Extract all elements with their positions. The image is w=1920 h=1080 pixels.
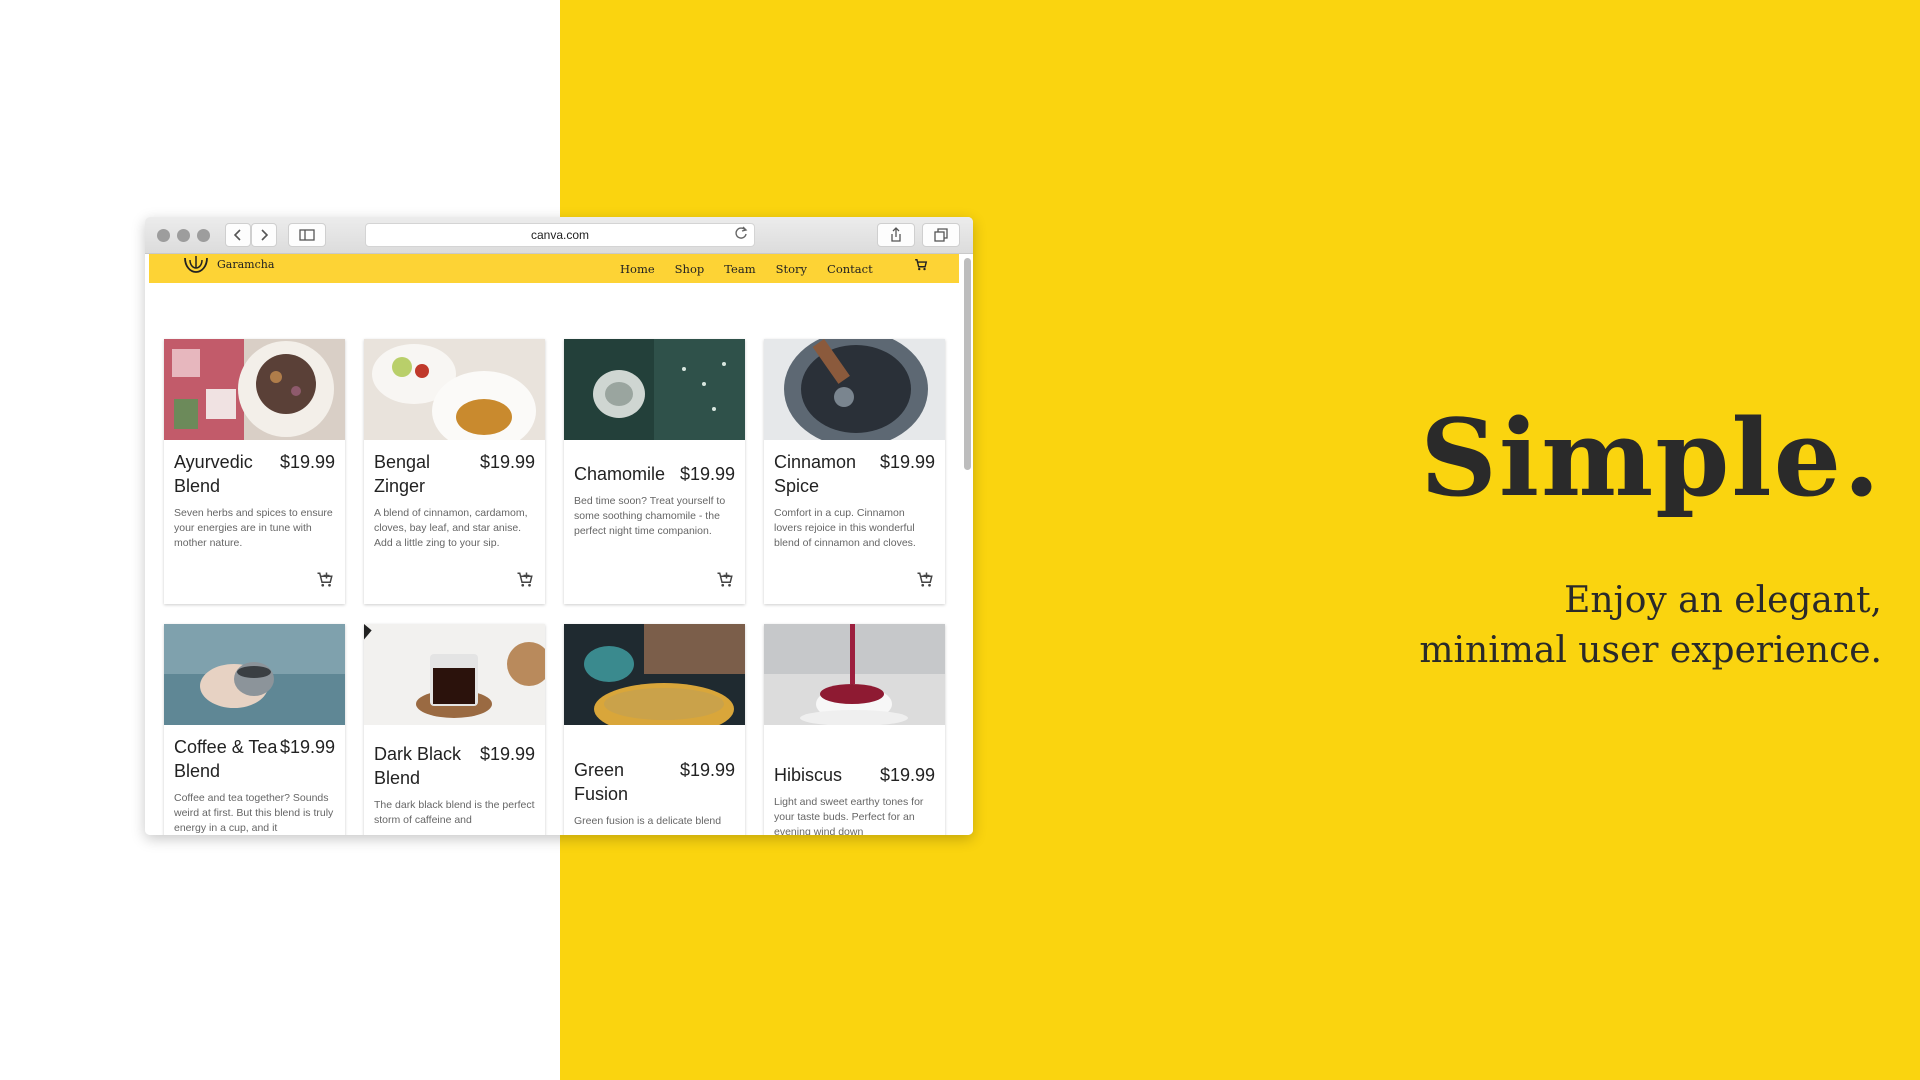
back-icon (233, 229, 241, 241)
product-card-dark-black[interactable]: Dark Black Blend $19.99 The dark black b… (364, 624, 545, 835)
product-price: $19.99 (879, 452, 935, 472)
cart-icon[interactable] (914, 258, 928, 275)
nav-links: Home Shop Team Story Contact (620, 254, 893, 283)
product-description: Comfort in a cup. Cinnamon lovers rejoic… (774, 507, 916, 549)
brand-name: Garamcha (217, 257, 275, 271)
back-button[interactable] (225, 223, 251, 247)
product-description: Green fusion is a delicate blend (574, 815, 722, 827)
product-image (164, 339, 345, 440)
product-card-green-fusion[interactable]: Green Fusion $19.99 Green fusion is a de… (564, 624, 745, 835)
sidebar-icon (299, 229, 315, 241)
add-to-cart-icon[interactable] (916, 571, 934, 594)
sidebar-button[interactable] (288, 223, 326, 247)
product-name: Green Fusion (574, 760, 629, 804)
url-text: canva.com (530, 228, 590, 242)
share-icon (891, 227, 901, 242)
product-price: $19.99 (679, 464, 735, 484)
product-image (764, 624, 945, 725)
product-name: Dark Black Blend (374, 744, 462, 788)
product-price: $19.99 (479, 452, 535, 472)
nav-home[interactable]: Home (620, 262, 655, 276)
product-name: Chamomile (574, 464, 666, 484)
browser-window: canva.com Garamcha Home Shop Team Story … (145, 217, 973, 835)
product-card-ayurvedic[interactable]: Ayurvedic Blend $19.99 Seven herbs and s… (164, 339, 345, 604)
product-card-chamomile[interactable]: Chamomile $19.99 Bed time soon? Treat yo… (564, 339, 745, 604)
product-description: Light and sweet earthy tones for your ta… (774, 796, 924, 835)
add-to-cart-icon[interactable] (716, 571, 734, 594)
scrollbar[interactable] (964, 258, 971, 470)
product-card-hibiscus[interactable]: Hibiscus $19.99 Light and sweet earthy t… (764, 624, 945, 835)
product-price: $19.99 (279, 452, 335, 472)
product-description: Bed time soon? Treat yourself to some so… (574, 495, 726, 537)
product-image (564, 624, 745, 725)
product-name: Hibiscus (774, 765, 843, 785)
product-name: Cinnamon Spice (774, 452, 857, 496)
reload-icon[interactable] (734, 226, 748, 243)
product-description: The dark black blend is the perfect stor… (374, 799, 535, 826)
address-bar[interactable]: canva.com (365, 223, 755, 247)
product-name: Ayurvedic Blend (174, 452, 253, 496)
product-image (164, 624, 345, 725)
site-navbar: Garamcha Home Shop Team Story Contact (149, 254, 959, 283)
nav-contact[interactable]: Contact (827, 262, 873, 276)
garamcha-logo-icon (184, 256, 208, 273)
close-window-button[interactable] (157, 229, 170, 242)
product-card-bengal[interactable]: Bengal Zinger $19.99 A blend of cinnamon… (364, 339, 545, 604)
share-button[interactable] (877, 223, 915, 247)
product-name: Coffee & Tea Blend (174, 737, 278, 781)
nav-story[interactable]: Story (776, 262, 807, 276)
product-card-coffee-tea[interactable]: Coffee & Tea Blend $19.99 Coffee and tea… (164, 624, 345, 835)
product-image (364, 624, 545, 725)
browser-titlebar: canva.com (145, 217, 973, 254)
tabs-icon (934, 228, 948, 242)
product-price: $19.99 (479, 744, 535, 764)
product-price: $19.99 (279, 737, 335, 757)
hero-subtitle-line2: minimal user experience. (1419, 630, 1882, 671)
minimize-window-button[interactable] (177, 229, 190, 242)
product-image (564, 339, 745, 440)
nav-shop[interactable]: Shop (675, 262, 705, 276)
forward-icon (261, 229, 269, 241)
forward-button[interactable] (251, 223, 277, 247)
product-description: Coffee and tea together? Sounds weird at… (174, 792, 334, 834)
product-price: $19.99 (679, 760, 735, 780)
nav-team[interactable]: Team (724, 262, 755, 276)
hero-subtitle-line1: Enjoy an elegant, (1564, 580, 1882, 621)
page-viewport: Garamcha Home Shop Team Story Contact Ay… (145, 254, 973, 835)
add-to-cart-icon[interactable] (316, 571, 334, 594)
product-price: $19.99 (879, 765, 935, 785)
add-to-cart-icon[interactable] (516, 571, 534, 594)
product-description: A blend of cinnamon, cardamom, cloves, b… (374, 507, 528, 549)
hero-title: Simple. (1420, 395, 1882, 520)
product-image (364, 339, 545, 440)
brand[interactable]: Garamcha (181, 254, 274, 276)
product-card-cinnamon[interactable]: Cinnamon Spice $19.99 Comfort in a cup. … (764, 339, 945, 604)
product-description: Seven herbs and spices to ensure your en… (174, 507, 333, 549)
zoom-window-button[interactable] (197, 229, 210, 242)
product-name: Bengal Zinger (374, 452, 431, 496)
product-image (764, 339, 945, 440)
hero-subtitle: Enjoy an elegant, minimal user experienc… (1419, 576, 1882, 676)
tabs-button[interactable] (922, 223, 960, 247)
